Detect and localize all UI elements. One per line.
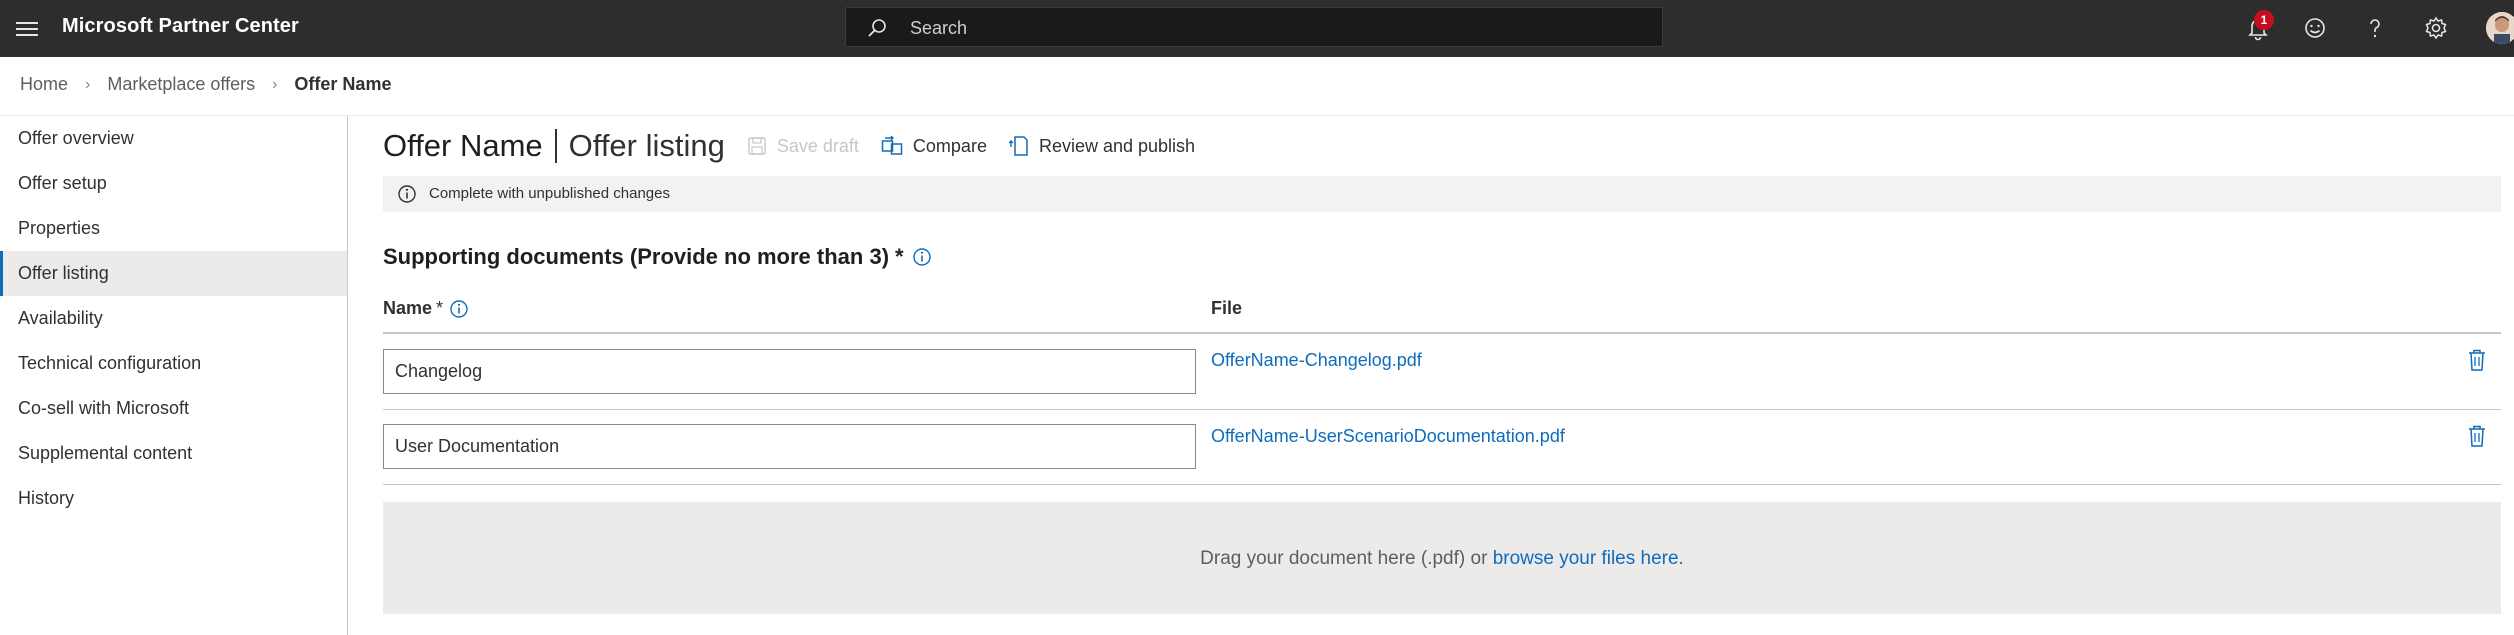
chevron-right-icon: › — [272, 75, 278, 93]
review-publish-button[interactable]: Review and publish — [1008, 135, 1196, 157]
breadcrumb-home[interactable]: Home — [20, 74, 68, 95]
title-separator — [554, 129, 557, 163]
sidebar-item-properties[interactable]: Properties — [0, 206, 347, 251]
info-icon[interactable] — [449, 299, 469, 319]
search-placeholder: Search — [910, 18, 968, 38]
sidebar-item-co-sell[interactable]: Co-sell with Microsoft — [0, 386, 347, 431]
document-name-input[interactable] — [383, 349, 1196, 394]
sidebar-item-offer-overview[interactable]: Offer overview — [0, 116, 347, 161]
info-icon — [398, 185, 416, 203]
publish-icon — [1008, 136, 1028, 156]
column-header-name: Name * — [383, 298, 469, 319]
sidebar-item-history[interactable]: History — [0, 476, 347, 521]
review-publish-label: Review and publish — [1038, 135, 1196, 156]
document-dropzone[interactable]: Drag your document here (.pdf) or browse… — [383, 502, 2501, 614]
breadcrumb-current: Offer Name — [294, 74, 392, 94]
status-text: Complete with unpublished changes — [429, 185, 670, 202]
compare-button[interactable]: Compare — [881, 136, 987, 157]
sidebar-item-offer-setup[interactable]: Offer setup — [0, 161, 347, 206]
help-icon[interactable] — [2361, 14, 2389, 42]
chevron-right-icon: › — [85, 75, 91, 93]
search-input[interactable]: Search — [845, 7, 1663, 47]
row-divider — [383, 484, 2501, 485]
gear-icon[interactable] — [2422, 14, 2450, 42]
save-draft-button[interactable]: Save draft — [747, 136, 859, 157]
divider — [0, 115, 2514, 116]
document-file-link[interactable]: OfferName-UserScenarioDocumentation.pdf — [1211, 426, 1565, 447]
delete-icon[interactable] — [2466, 424, 2488, 448]
app-title[interactable]: Microsoft Partner Center — [62, 15, 299, 38]
breadcrumb: Home › Marketplace offers › Offer Name — [20, 74, 391, 95]
save-icon — [748, 137, 766, 155]
offer-name-title: Offer Name — [383, 128, 543, 163]
notification-badge: 1 — [2254, 10, 2274, 30]
save-draft-label: Save draft — [776, 135, 859, 156]
dropzone-instructions: Drag your document here (.pdf) or — [1200, 548, 1493, 569]
info-icon[interactable] — [912, 247, 932, 267]
sidebar: Offer overview Offer setup Properties Of… — [0, 116, 348, 635]
column-header-file: File — [1211, 298, 1243, 318]
row-divider — [383, 409, 2501, 410]
page-title: Offer listing — [568, 128, 725, 163]
top-bar: Microsoft Partner Center Search 1 — [0, 0, 2514, 57]
breadcrumb-marketplace-offers[interactable]: Marketplace offers — [107, 74, 255, 95]
delete-icon[interactable] — [2466, 348, 2488, 372]
sidebar-item-supplemental-content[interactable]: Supplemental content — [0, 431, 347, 476]
menu-icon[interactable] — [16, 18, 38, 38]
search-icon — [868, 19, 886, 37]
avatar[interactable] — [2486, 12, 2514, 44]
header-divider — [383, 332, 2501, 334]
page-header: Offer Name Offer listing Save draft Comp… — [383, 126, 1195, 166]
dropzone-text: Drag your document here (.pdf) or browse… — [383, 548, 2501, 570]
section-title-text: Supporting documents (Provide no more th… — [383, 244, 890, 269]
browse-files-link[interactable]: browse your files here. — [1493, 548, 1684, 569]
smiley-icon[interactable] — [2301, 14, 2329, 42]
status-bar: Complete with unpublished changes — [383, 176, 2501, 212]
sidebar-item-availability[interactable]: Availability — [0, 296, 347, 341]
document-file-link[interactable]: OfferName-Changelog.pdf — [1211, 350, 1422, 371]
required-marker: * — [895, 244, 904, 269]
section-title: Supporting documents (Provide no more th… — [383, 244, 932, 270]
column-header-name-label: Name — [383, 298, 433, 318]
sidebar-item-offer-listing[interactable]: Offer listing — [0, 251, 347, 296]
compare-label: Compare — [912, 135, 987, 156]
compare-icon — [881, 136, 903, 155]
sidebar-item-technical-configuration[interactable]: Technical configuration — [0, 341, 347, 386]
document-name-input[interactable] — [383, 424, 1196, 469]
required-marker: * — [436, 298, 444, 318]
